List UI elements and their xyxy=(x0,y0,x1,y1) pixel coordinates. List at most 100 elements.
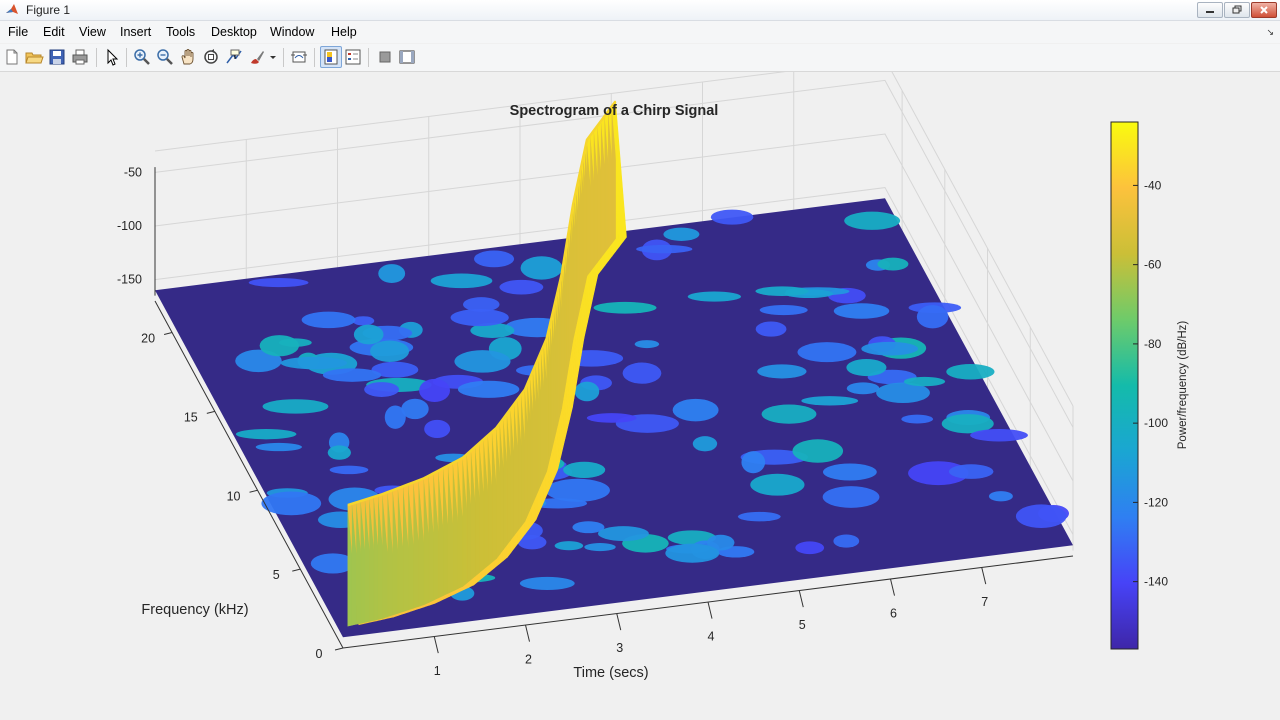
surface-lobe xyxy=(916,305,949,329)
minimize-button[interactable] xyxy=(1197,2,1223,18)
surface-lobe xyxy=(737,511,781,522)
colorbar-tick-label: -80 xyxy=(1144,337,1162,351)
surface-lobe xyxy=(419,378,451,403)
dock-arrow-icon[interactable]: ↘ xyxy=(1266,27,1274,38)
surface-lobe xyxy=(948,464,994,479)
restore-button[interactable] xyxy=(1224,2,1250,18)
surface-lobe xyxy=(761,404,817,424)
menu-insert[interactable]: Insert xyxy=(120,25,151,39)
save-icon[interactable] xyxy=(47,47,67,67)
x-tick xyxy=(707,601,713,619)
menu-view[interactable]: View xyxy=(79,25,106,39)
surface-lobe xyxy=(970,429,1028,442)
surface-lobe xyxy=(665,543,720,563)
link-plot-icon[interactable] xyxy=(289,47,309,67)
surface-lobe xyxy=(255,442,303,452)
menu-help[interactable]: Help xyxy=(331,25,357,39)
x-tick-label: 6 xyxy=(890,607,897,621)
brush-dropdown-icon[interactable] xyxy=(268,47,278,67)
title-bar: Figure 1 xyxy=(0,0,1280,21)
insert-legend-icon[interactable] xyxy=(343,47,363,67)
x-tick-label: 5 xyxy=(799,618,806,632)
colorbar-label: Power/frequency (dB/Hz) xyxy=(1177,321,1189,450)
zoom-out-icon[interactable] xyxy=(155,47,175,67)
surface-lobe xyxy=(833,534,860,548)
open-file-icon[interactable] xyxy=(24,47,44,67)
surface-lobe xyxy=(903,376,946,387)
x-tick xyxy=(981,567,987,585)
surface-lobe xyxy=(846,359,887,377)
surface-lobe xyxy=(861,341,918,356)
surface-lobe xyxy=(710,209,754,225)
menu-file[interactable]: File xyxy=(8,25,28,39)
menu-edit[interactable]: Edit xyxy=(43,25,65,39)
surface-lobe xyxy=(499,279,544,295)
y-tick-label: 5 xyxy=(273,568,280,582)
zoom-in-icon[interactable] xyxy=(132,47,152,67)
close-button[interactable] xyxy=(1251,2,1277,18)
surface-lobe xyxy=(554,541,584,551)
y-tick xyxy=(334,647,344,651)
print-icon[interactable] xyxy=(70,47,90,67)
x-axis-label: Time (secs) xyxy=(573,665,648,681)
new-figure-icon[interactable] xyxy=(2,47,22,67)
x-tick-label: 7 xyxy=(981,595,988,609)
spectrogram-chart[interactable]: 1 2 3 4 5 6 7 0 5 10 15 20 -50 -100 -150 Spectrogram o… xyxy=(0,72,1280,720)
surface-lobe xyxy=(822,486,880,508)
surface-lobe xyxy=(457,380,520,398)
surface-lobe xyxy=(622,362,662,384)
y-tick-label: 0 xyxy=(316,647,323,661)
colorbar-tick-label: -120 xyxy=(1144,495,1168,509)
colorbar-tick-label: -140 xyxy=(1144,575,1168,589)
surface-lobe xyxy=(584,543,616,552)
y-tick xyxy=(163,332,173,336)
surface-lobe xyxy=(259,335,300,357)
surface-lobe xyxy=(353,324,384,345)
chart-title: Spectrogram of a Chirp Signal xyxy=(510,103,719,119)
data-cursor-icon[interactable] xyxy=(224,47,244,67)
surface-lobe xyxy=(574,381,600,402)
figure-canvas[interactable]: 1 2 3 4 5 6 7 0 5 10 15 20 -50 -100 -150 Spectrogram o… xyxy=(0,72,1280,720)
surface-lobe xyxy=(424,419,451,439)
surface-lobe xyxy=(833,303,890,319)
edit-plot-icon[interactable] xyxy=(102,47,122,67)
restore-icon xyxy=(1232,5,1242,14)
y-tick-label: 20 xyxy=(141,332,155,346)
colorbar-tick-label: -40 xyxy=(1144,178,1162,192)
surface-lobe xyxy=(755,286,809,296)
surface-lobe xyxy=(877,257,909,271)
surface-lobe xyxy=(663,227,700,241)
show-plot-tools-icon[interactable] xyxy=(397,47,417,67)
menu-tools[interactable]: Tools xyxy=(166,25,195,39)
pan-icon[interactable] xyxy=(178,47,198,67)
surface-lobe xyxy=(795,541,825,555)
y-tick xyxy=(249,489,258,493)
brush-icon[interactable] xyxy=(247,47,267,67)
colorbar-gradient xyxy=(1110,121,1139,650)
surface-lobe xyxy=(598,526,649,542)
surface-lobe xyxy=(634,340,660,349)
surface-lobe xyxy=(586,413,637,423)
surface-plot xyxy=(155,100,1073,638)
surface-lobe xyxy=(946,364,995,380)
surface-lobe xyxy=(672,398,719,422)
surface-lobe xyxy=(384,405,406,429)
surface-lobe xyxy=(792,439,844,463)
surface-lobe xyxy=(248,278,309,288)
insert-colorbar-icon[interactable] xyxy=(320,46,342,68)
surface-lobe xyxy=(822,463,877,481)
colorbar-tick-label: -60 xyxy=(1144,258,1162,272)
close-icon xyxy=(1260,6,1268,14)
surface-lobe xyxy=(750,473,805,496)
surface-lobe xyxy=(687,291,741,302)
x-tick xyxy=(525,624,530,642)
surface-lobe xyxy=(280,356,348,370)
rotate-3d-icon[interactable] xyxy=(201,47,221,67)
menu-window[interactable]: Window xyxy=(270,25,314,39)
minimize-icon xyxy=(1206,11,1214,13)
menu-desktop[interactable]: Desktop xyxy=(211,25,257,39)
hide-plot-tools-icon[interactable] xyxy=(375,47,395,67)
surface-lobe xyxy=(329,465,369,475)
surface-lobe xyxy=(846,382,880,395)
x-tick xyxy=(616,613,622,631)
